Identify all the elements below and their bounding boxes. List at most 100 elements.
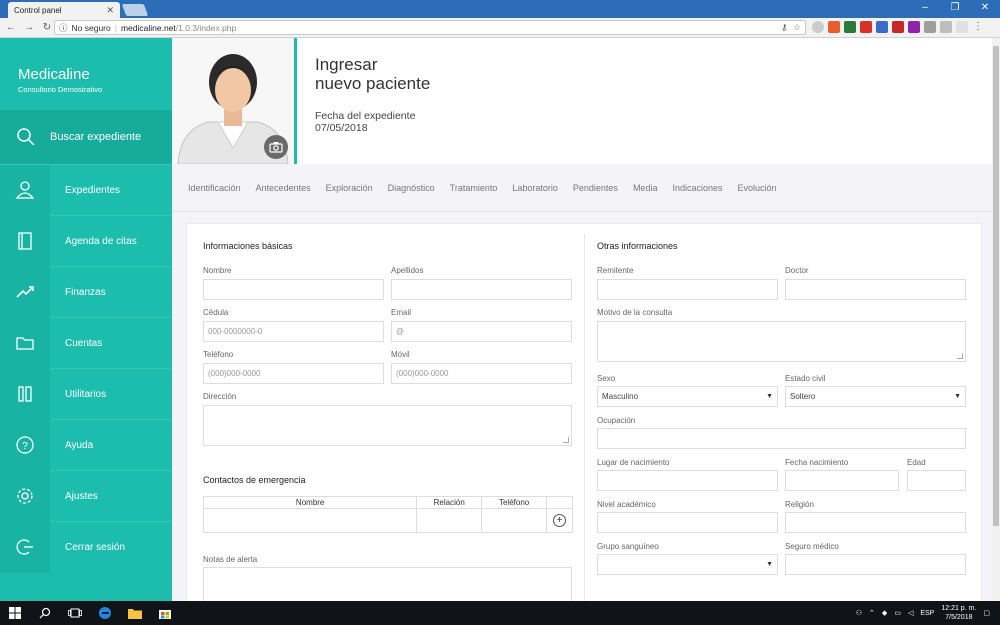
email-input[interactable]: @ bbox=[391, 321, 572, 342]
clock-date: 7/5/2018 bbox=[945, 614, 973, 621]
back-icon[interactable]: ← bbox=[4, 22, 18, 33]
movil-input[interactable]: (000)000-0000 bbox=[391, 363, 572, 384]
logout-icon bbox=[16, 539, 33, 555]
notifications-icon[interactable]: ▢ bbox=[983, 609, 990, 617]
url-input[interactable]: ⓘ No seguro | medicaline.net /1.0.3/inde… bbox=[54, 20, 806, 35]
sidebar-item-cerrar-sesion[interactable]: Cerrar sesión bbox=[0, 521, 172, 573]
ocupacion-input[interactable] bbox=[597, 428, 966, 449]
tab-laboratorio[interactable]: Laboratorio bbox=[512, 183, 558, 193]
tab-evolucion[interactable]: Evolución bbox=[738, 183, 777, 193]
column-header-relacion: Relación bbox=[416, 496, 483, 509]
telefono-input[interactable]: (000)000-0000 bbox=[203, 363, 384, 384]
search-record-button[interactable]: Buscar expediente bbox=[0, 110, 172, 164]
emergency-nombre-cell[interactable] bbox=[202, 508, 418, 533]
clock[interactable]: 12:21 p. m. 7/5/2018 bbox=[941, 604, 976, 622]
menu-icon[interactable]: ⋮ bbox=[972, 21, 984, 33]
browser-tab[interactable]: Control panel ✕ bbox=[8, 2, 120, 18]
url-path: /1.0.3/index.php bbox=[175, 22, 237, 33]
direccion-textarea[interactable] bbox=[203, 405, 572, 446]
extension-icon[interactable] bbox=[940, 21, 952, 33]
store-icon[interactable] bbox=[150, 601, 180, 625]
estado-civil-label: Estado civil bbox=[785, 374, 826, 383]
forward-icon[interactable]: → bbox=[22, 22, 36, 33]
extension-icon[interactable] bbox=[876, 21, 888, 33]
extension-icon[interactable] bbox=[956, 21, 968, 33]
search-icon[interactable] bbox=[30, 601, 60, 625]
lugar-nacimiento-input[interactable] bbox=[597, 470, 778, 491]
reload-icon[interactable]: ↻ bbox=[40, 22, 54, 33]
search-icon bbox=[17, 128, 35, 146]
gmail-icon[interactable] bbox=[860, 21, 872, 33]
extension-icon[interactable] bbox=[892, 21, 904, 33]
tab-pendientes[interactable]: Pendientes bbox=[573, 183, 618, 193]
edge-icon[interactable] bbox=[90, 601, 120, 625]
tray-chevron-icon[interactable]: ⌃ bbox=[869, 609, 875, 617]
tab-close-icon[interactable]: ✕ bbox=[106, 5, 114, 16]
tab-identificacion[interactable]: Identificación bbox=[188, 183, 241, 193]
network-icon[interactable]: ▭ bbox=[894, 609, 901, 617]
chevron-down-icon: ▼ bbox=[766, 393, 773, 400]
sidebar-item-utilitarios[interactable]: Utilitarios bbox=[0, 368, 172, 420]
scrollbar-thumb[interactable] bbox=[993, 46, 999, 526]
extension-icon[interactable] bbox=[924, 21, 936, 33]
tab-exploracion[interactable]: Exploración bbox=[326, 183, 373, 193]
add-contact-icon[interactable]: + bbox=[553, 514, 567, 527]
sidebar-item-cuentas[interactable]: Cuentas bbox=[0, 317, 172, 369]
grupo-sanguineo-select[interactable]: ▼ bbox=[597, 554, 778, 575]
tab-diagnostico[interactable]: Diagnóstico bbox=[388, 183, 435, 193]
nivel-academico-input[interactable] bbox=[597, 512, 778, 533]
emergency-telefono-cell[interactable] bbox=[481, 508, 548, 533]
page-scrollbar[interactable] bbox=[992, 38, 1000, 601]
clock-time: 12:21 p. m. bbox=[941, 605, 977, 612]
volume-icon[interactable]: ◁ bbox=[908, 609, 913, 617]
sidebar-item-ajustes[interactable]: Ajustes bbox=[0, 470, 172, 522]
camera-button[interactable] bbox=[264, 135, 288, 159]
extension-icon[interactable] bbox=[828, 21, 840, 33]
key-icon[interactable]: ⚷ bbox=[781, 22, 787, 33]
remitente-input[interactable] bbox=[597, 279, 778, 300]
user-icon bbox=[15, 181, 35, 199]
people-icon[interactable]: ⚇ bbox=[856, 609, 862, 617]
star-icon[interactable]: ☆ bbox=[793, 22, 801, 33]
apellidos-input[interactable] bbox=[391, 279, 572, 300]
url-separator: | bbox=[114, 22, 117, 33]
close-window-icon[interactable]: ✕ bbox=[970, 0, 1000, 18]
motivo-textarea[interactable] bbox=[597, 321, 966, 362]
new-tab-button[interactable] bbox=[121, 4, 149, 16]
extension-icon[interactable] bbox=[812, 21, 824, 33]
windows-start-icon[interactable] bbox=[0, 601, 30, 625]
header-accent-line bbox=[294, 38, 297, 164]
sidebar-item-agenda[interactable]: Agenda de citas bbox=[0, 215, 172, 267]
minimize-icon[interactable]: – bbox=[910, 0, 940, 18]
alert-notes-textarea[interactable] bbox=[203, 567, 572, 601]
dropbox-icon[interactable]: ◆ bbox=[882, 609, 887, 617]
sidebar-item-expedientes[interactable]: Expedientes bbox=[0, 164, 172, 216]
cedula-input[interactable]: 000-0000000-0 bbox=[203, 321, 384, 342]
tab-indicaciones[interactable]: Indicaciones bbox=[672, 183, 722, 193]
file-explorer-icon[interactable] bbox=[120, 601, 150, 625]
doctor-label: Doctor bbox=[785, 266, 809, 275]
emergency-relacion-cell[interactable] bbox=[416, 508, 483, 533]
fecha-nacimiento-label: Fecha nacimiento bbox=[785, 458, 849, 467]
info-icon[interactable]: ⓘ bbox=[59, 22, 68, 34]
language-indicator[interactable]: ESP bbox=[920, 610, 934, 617]
windows-taskbar: ⚇ ⌃ ◆ ▭ ◁ ESP 12:21 p. m. 7/5/2018 ▢ bbox=[0, 601, 1000, 625]
lugar-nacimiento-label: Lugar de nacimiento bbox=[597, 458, 670, 467]
estado-civil-select[interactable]: Soltero ▼ bbox=[785, 386, 966, 407]
restore-icon[interactable]: ❐ bbox=[940, 0, 970, 18]
doctor-input[interactable] bbox=[785, 279, 966, 300]
nombre-input[interactable] bbox=[203, 279, 384, 300]
sexo-select[interactable]: Masculino ▼ bbox=[597, 386, 778, 407]
edad-input[interactable] bbox=[907, 470, 966, 491]
seguro-medico-input[interactable] bbox=[785, 554, 966, 575]
sidebar-item-finanzas[interactable]: Finanzas bbox=[0, 266, 172, 318]
sidebar-item-ayuda[interactable]: ? Ayuda bbox=[0, 419, 172, 471]
tab-antecedentes[interactable]: Antecedentes bbox=[256, 183, 311, 193]
extension-icon[interactable] bbox=[908, 21, 920, 33]
tab-media[interactable]: Media bbox=[633, 183, 658, 193]
extension-icon[interactable] bbox=[844, 21, 856, 33]
fecha-nacimiento-input[interactable] bbox=[785, 470, 899, 491]
task-view-icon[interactable] bbox=[60, 601, 90, 625]
religion-input[interactable] bbox=[785, 512, 966, 533]
tab-tratamiento[interactable]: Tratamiento bbox=[450, 183, 498, 193]
